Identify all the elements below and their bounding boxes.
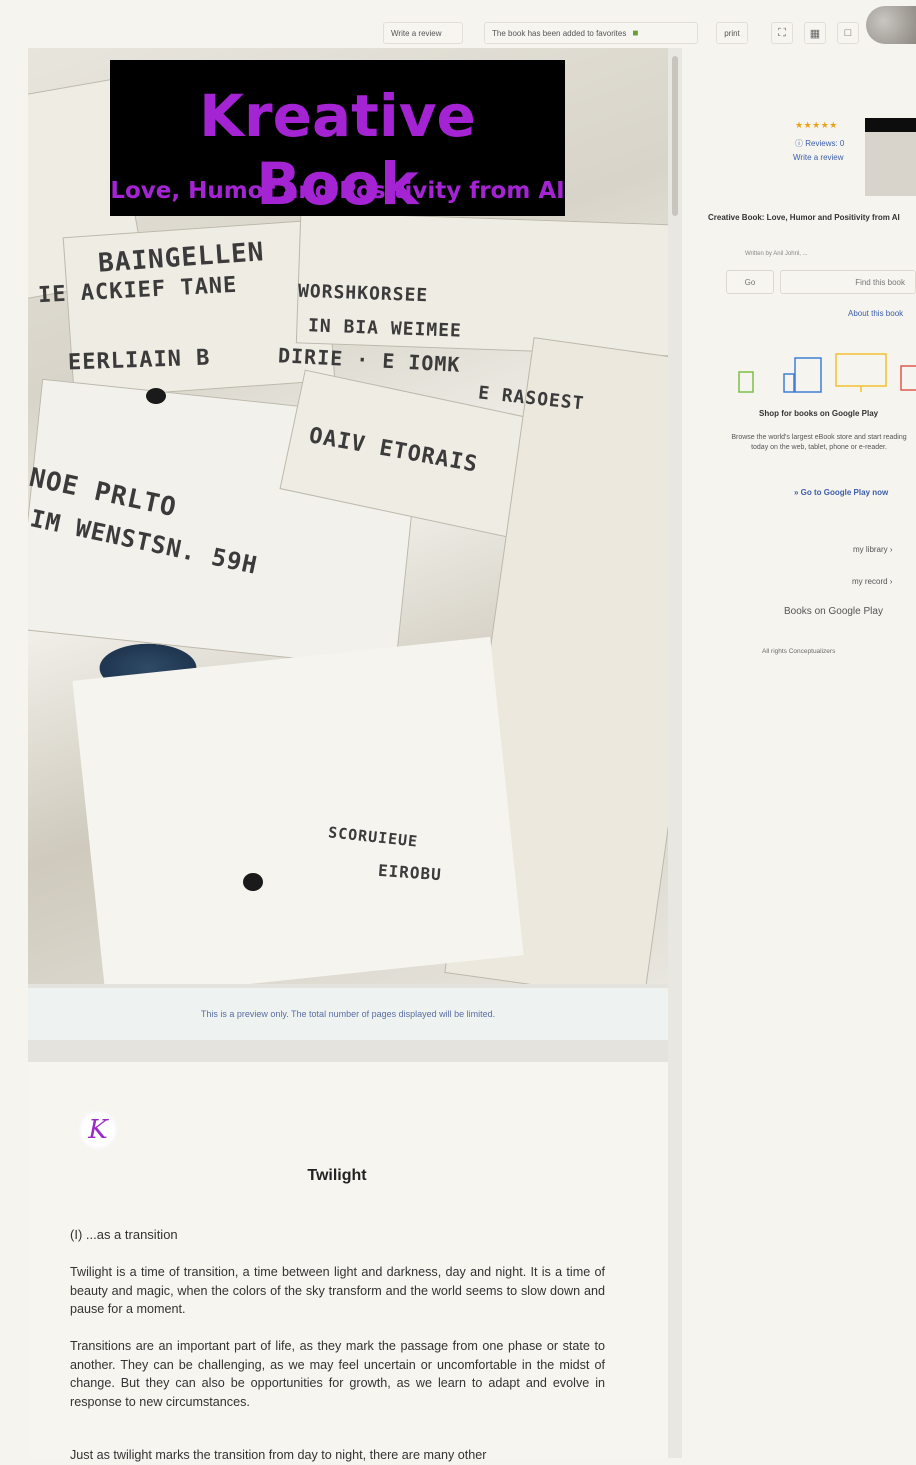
write-review-link[interactable]: Write a review bbox=[793, 153, 844, 162]
tablet-icon bbox=[794, 357, 822, 393]
laptop-icon bbox=[900, 365, 916, 391]
book-meta: Written by Anil Johnl, ... bbox=[745, 251, 808, 257]
monitor-icon bbox=[835, 353, 887, 387]
footer-text: All rights Conceptualizers bbox=[762, 648, 836, 655]
search-in-book-input[interactable]: Find this book bbox=[780, 270, 916, 294]
reviews-link[interactable]: ⓘ Reviews: 0 bbox=[795, 138, 844, 149]
two-page-icon[interactable]: ▦ bbox=[804, 22, 826, 44]
chevron-right-icon: › bbox=[889, 545, 893, 554]
paragraph: Just as twilight marks the transition fr… bbox=[70, 1448, 487, 1462]
book-title: Creative Book: Love, Humor and Positivit… bbox=[708, 213, 900, 222]
single-page-icon[interactable]: □ bbox=[837, 22, 859, 44]
avatar[interactable] bbox=[866, 6, 916, 44]
kreative-logo: K bbox=[78, 1110, 118, 1150]
viewer-scrollbar[interactable] bbox=[668, 48, 682, 1458]
expand-icon[interactable]: ⛶ bbox=[771, 22, 793, 44]
my-history-label: my record bbox=[852, 577, 888, 586]
my-library-link[interactable]: my library › bbox=[853, 545, 893, 554]
preview-notice-text: This is a preview only. The total number… bbox=[28, 988, 668, 1040]
page-title: Twilight bbox=[307, 1167, 367, 1184]
my-history-link[interactable]: my record › bbox=[852, 577, 892, 586]
favorites-label: The book has been added to favorites bbox=[492, 28, 627, 38]
scrollbar-thumb[interactable] bbox=[672, 56, 678, 216]
paragraph: Transitions are an important part of lif… bbox=[70, 1339, 605, 1409]
cover-subtitle: Love, Humor and Positivity from AI bbox=[110, 178, 565, 204]
my-library-label: my library bbox=[853, 545, 888, 554]
info-icon: ⓘ bbox=[795, 139, 803, 148]
print-button[interactable]: print bbox=[716, 22, 748, 44]
go-button[interactable]: Go bbox=[726, 270, 774, 294]
shop-description: Browse the world's largest eBook store a… bbox=[731, 434, 907, 451]
phone-icon bbox=[783, 373, 795, 393]
right-sidebar bbox=[684, 48, 916, 1458]
cover-title-box: Kreative Book Love, Humor and Positivity… bbox=[110, 60, 565, 218]
books-on-google-play-link[interactable]: Books on Google Play bbox=[784, 606, 883, 617]
paragraph: Twilight is a time of transition, a time… bbox=[70, 1265, 605, 1316]
bookmark-icon: ■ bbox=[632, 27, 639, 39]
rating-stars: ★★★★★ bbox=[795, 120, 838, 130]
write-review-button[interactable]: Write a review bbox=[383, 22, 463, 44]
reviews-count: Reviews: 0 bbox=[805, 139, 845, 148]
devices-illustration bbox=[738, 353, 916, 393]
shop-heading: Shop for books on Google Play bbox=[759, 409, 879, 418]
chevron-right-icon: › bbox=[889, 577, 893, 586]
favorites-button[interactable]: The book has been added to favorites ■ bbox=[484, 22, 698, 44]
go-to-google-play-link[interactable]: » Go to Google Play now bbox=[794, 488, 888, 497]
ereader-icon bbox=[738, 371, 754, 393]
about-book-link[interactable]: About this book bbox=[848, 309, 903, 318]
preview-notice: This is a preview only. The total number… bbox=[28, 984, 668, 1062]
book-thumbnail[interactable] bbox=[865, 118, 916, 196]
section-subheading: (I) ...as a transition bbox=[70, 1227, 178, 1242]
